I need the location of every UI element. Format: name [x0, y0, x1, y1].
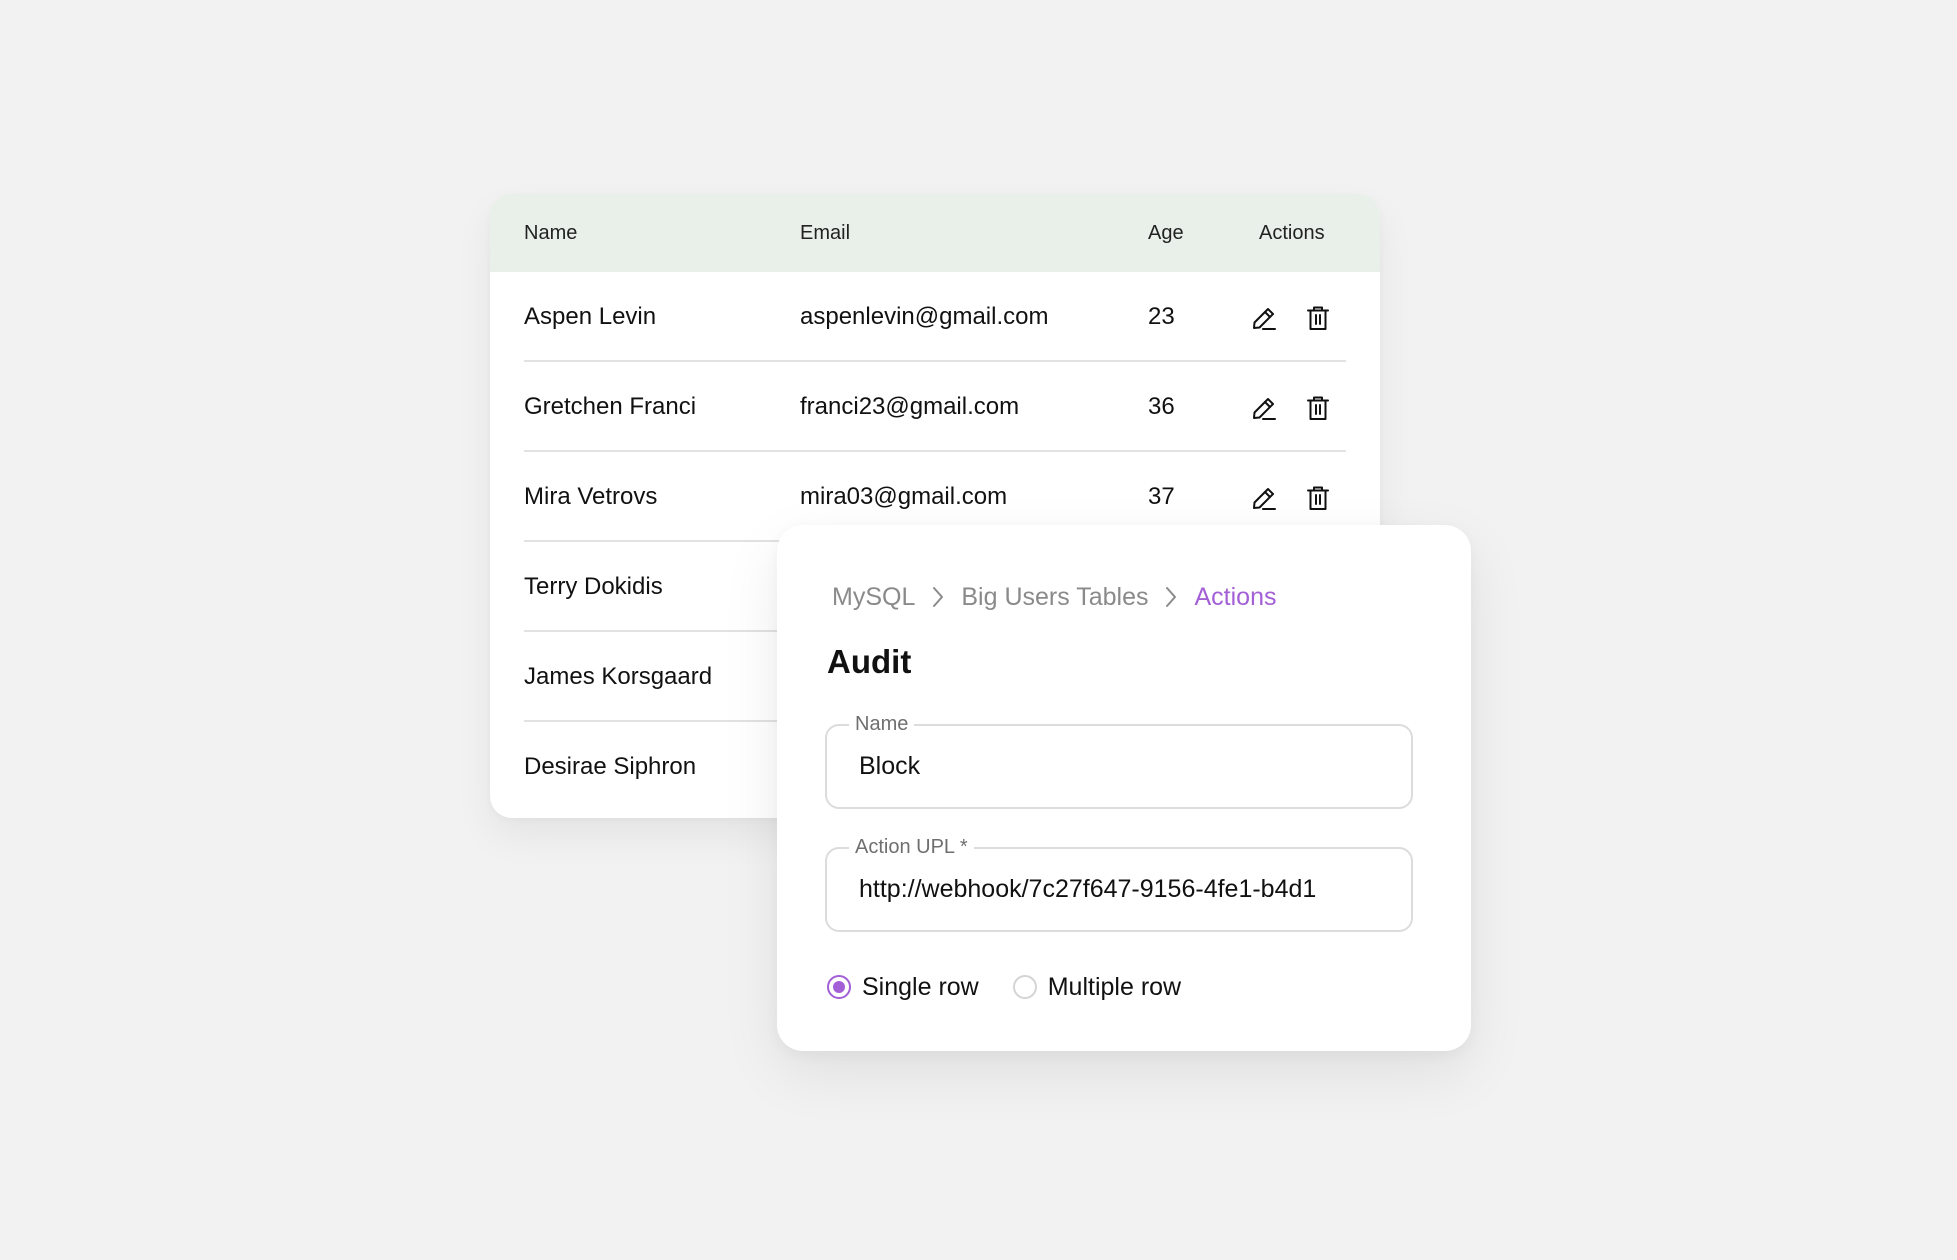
modal-title: Audit — [827, 643, 912, 680]
cell-age: 23 — [1148, 303, 1175, 330]
name-field[interactable]: Name — [825, 711, 1413, 809]
radio-label: Single row — [862, 972, 979, 1001]
breadcrumb-item-actions[interactable]: Actions — [1194, 583, 1276, 612]
table-row[interactable]: Aspen Levin aspenlevin@gmail.com 23 — [524, 272, 1346, 362]
radio-checked-icon[interactable] — [827, 975, 851, 999]
column-header-name[interactable]: Name — [524, 194, 577, 272]
trash-icon[interactable] — [1304, 484, 1332, 512]
action-url-input[interactable] — [859, 849, 1399, 930]
chevron-right-icon — [1148, 577, 1194, 617]
trash-icon[interactable] — [1304, 304, 1332, 332]
column-header-email[interactable]: Email — [800, 194, 850, 272]
pencil-icon[interactable] — [1250, 394, 1278, 422]
cell-name: James Korsgaard — [524, 663, 713, 690]
breadcrumb: MySQL Big Users Tables Actions — [832, 577, 1276, 617]
cell-name: Aspen Levin — [524, 303, 657, 330]
cell-name: Terry Dokidis — [524, 573, 663, 600]
action-modal: MySQL Big Users Tables Actions Audit Nam… — [777, 525, 1471, 1051]
breadcrumb-item-big-users-tables[interactable]: Big Users Tables — [961, 583, 1148, 612]
cell-age: 36 — [1148, 393, 1175, 420]
column-header-actions: Actions — [1259, 222, 1325, 244]
cell-name: Mira Vetrovs — [524, 483, 658, 510]
name-input[interactable] — [859, 726, 1399, 807]
cell-email: aspenlevin@gmail.com — [800, 303, 1049, 330]
row-mode-radio-group: Single row Multiple row — [827, 967, 1215, 1007]
trash-icon[interactable] — [1304, 394, 1332, 422]
action-url-field[interactable]: Action UPL * — [825, 834, 1413, 932]
radio-multiple-row[interactable]: Multiple row — [1012, 972, 1182, 1002]
breadcrumb-item-mysql[interactable]: MySQL — [832, 583, 915, 612]
radio-single-row[interactable]: Single row — [827, 973, 979, 1002]
cell-name: Desirae Siphron — [524, 753, 697, 780]
cell-name: Gretchen Franci — [524, 393, 697, 420]
table-row[interactable]: Gretchen Franci franci23@gmail.com 36 — [524, 362, 1346, 452]
pencil-icon[interactable] — [1250, 304, 1278, 332]
pencil-icon[interactable] — [1250, 484, 1278, 512]
radio-unchecked-icon[interactable] — [1012, 975, 1037, 999]
canvas: Name Email Age Actions Aspen Levin aspen… — [0, 0, 1957, 1260]
chevron-right-icon — [915, 577, 961, 617]
table-header: Name Email Age Actions — [490, 194, 1380, 272]
cell-email: franci23@gmail.com — [800, 393, 1020, 420]
column-header-age[interactable]: Age — [1148, 194, 1184, 272]
radio-label: Multiple row — [1047, 972, 1182, 1001]
